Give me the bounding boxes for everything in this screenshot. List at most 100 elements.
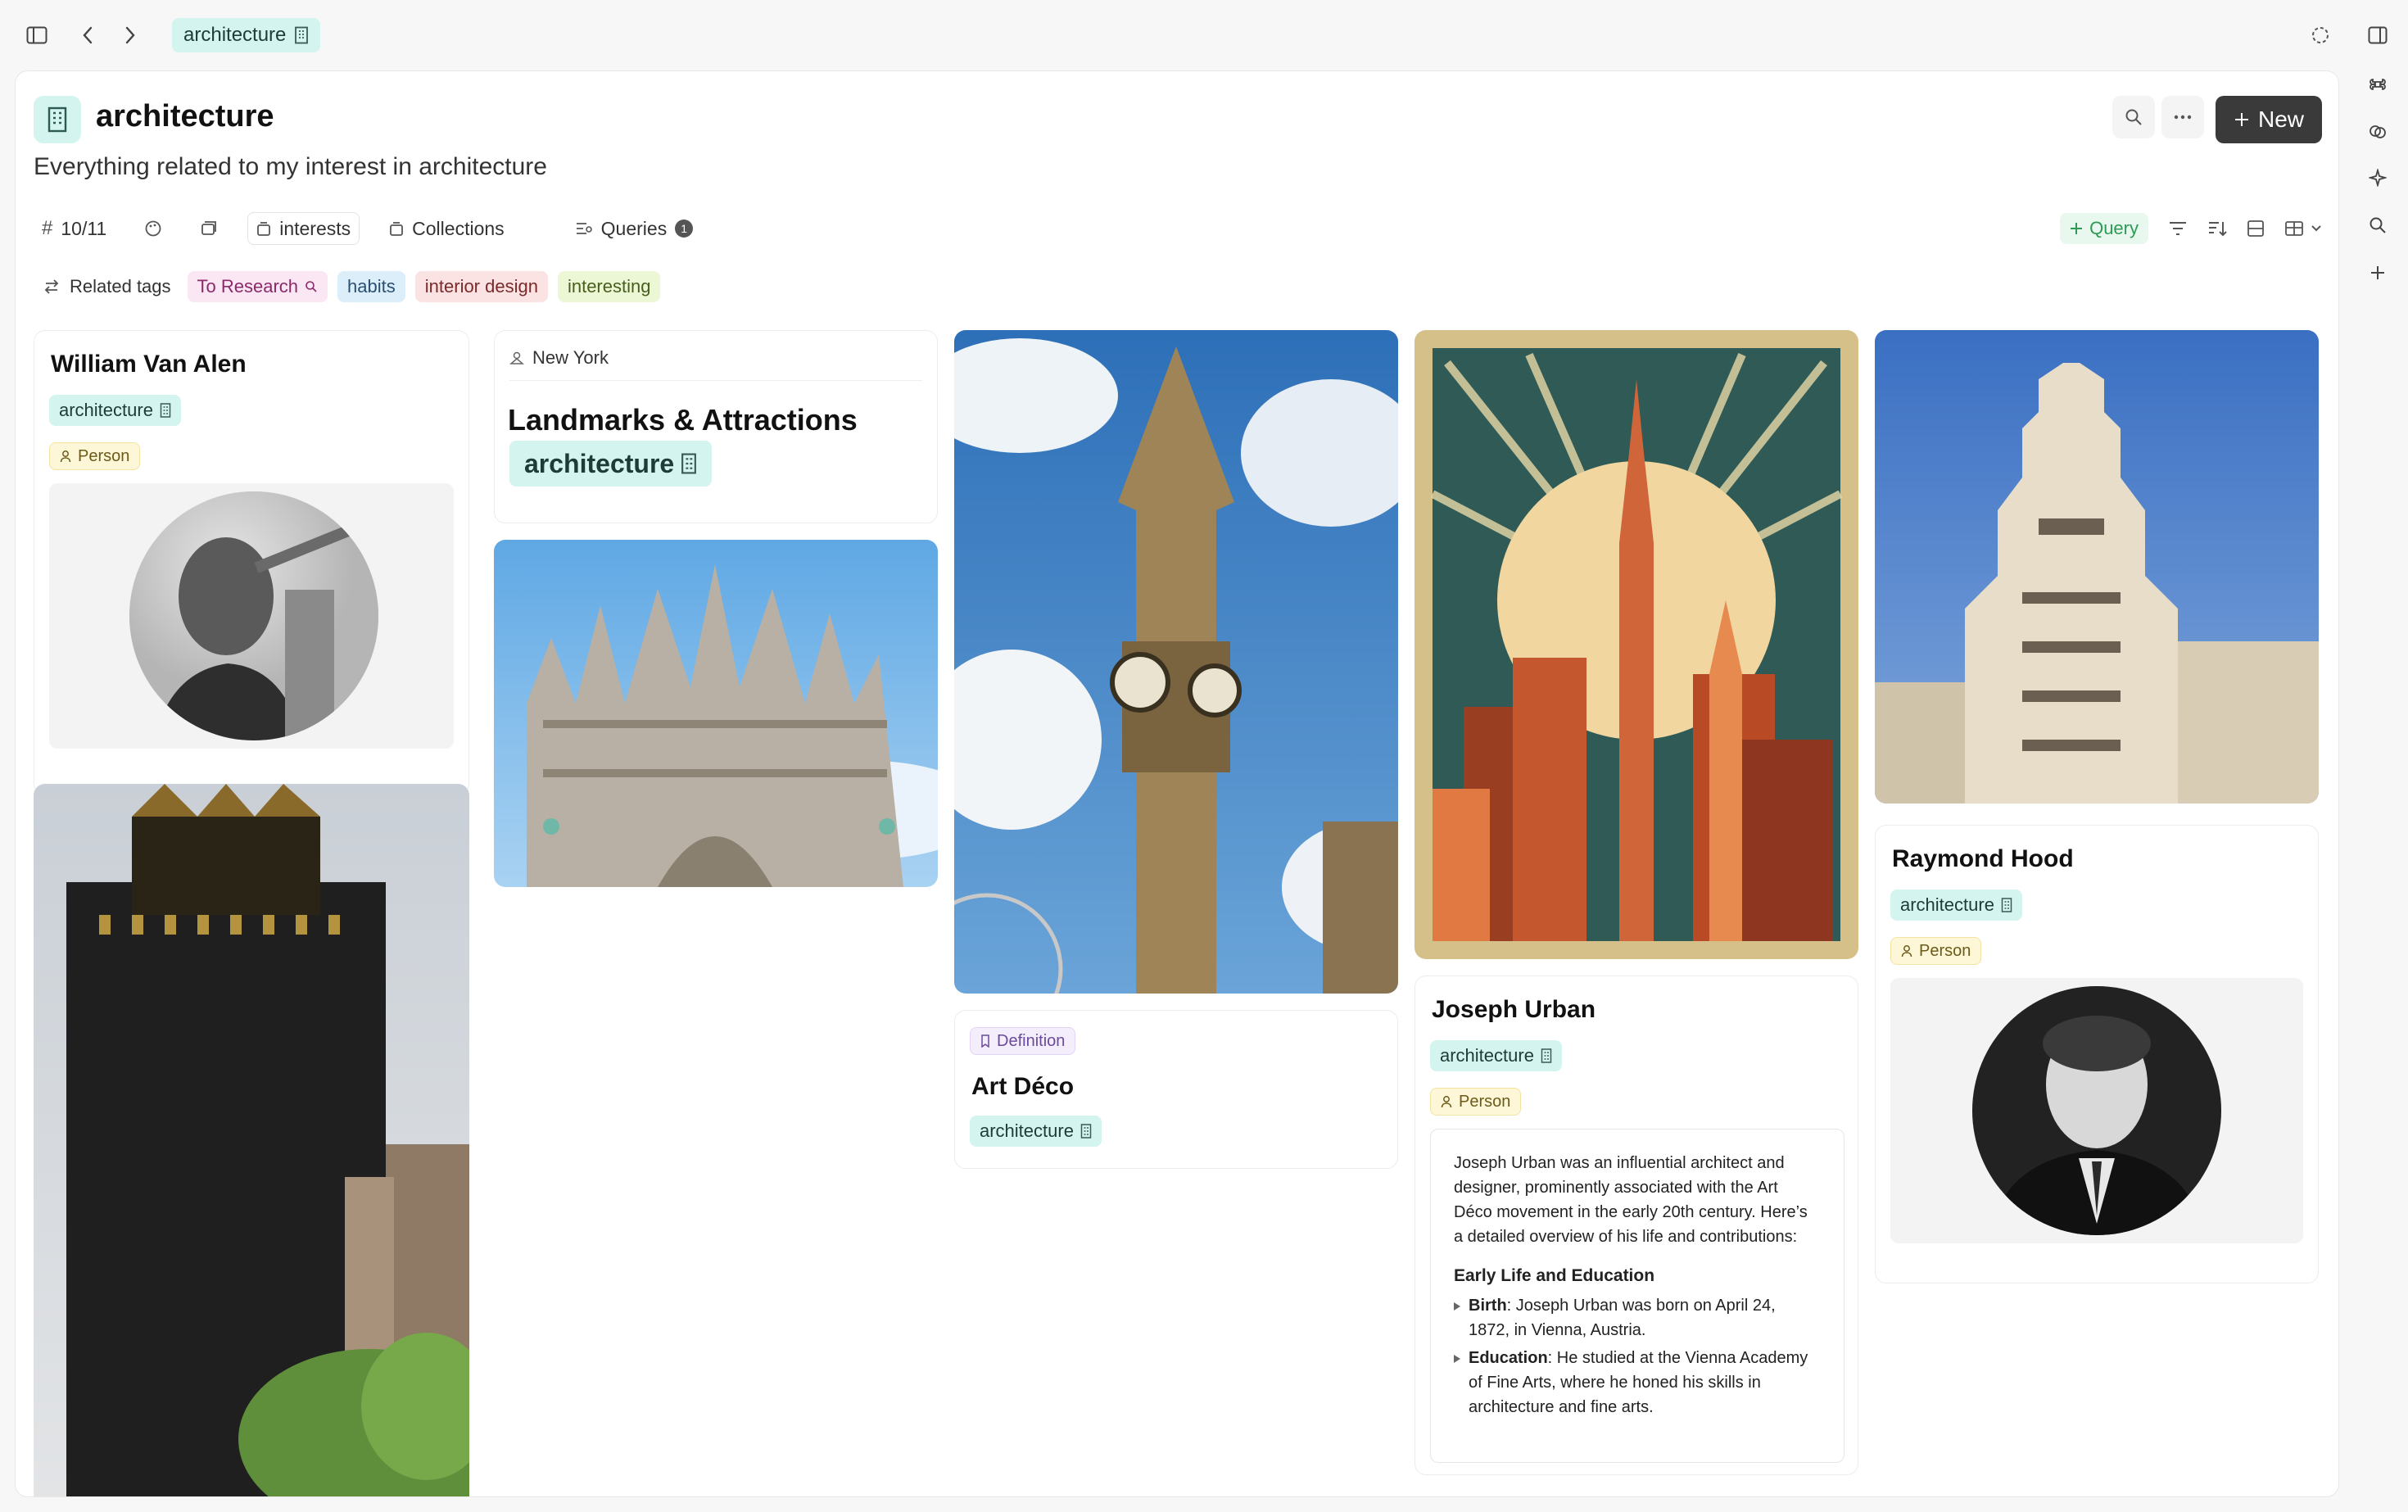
count-item[interactable]: # 10/11	[34, 212, 115, 245]
search-icon	[306, 281, 317, 292]
person-icon	[60, 450, 71, 463]
window-button[interactable]	[192, 212, 226, 245]
add-query-button[interactable]: Query	[2060, 213, 2148, 244]
divider	[509, 380, 922, 381]
queries-count-badge: 1	[675, 220, 694, 238]
card-art-deco[interactable]: Definition Art Déco architecture	[954, 1010, 1398, 1169]
portrait-photo	[1972, 986, 2221, 1235]
building-icon	[34, 96, 81, 143]
related-tags-label: Related tags	[70, 276, 171, 297]
collapse-triangle-icon[interactable]	[1454, 1302, 1460, 1311]
tag-interior-design[interactable]: interior design	[414, 271, 548, 302]
query-list-icon	[576, 223, 592, 234]
tag-architecture[interactable]: architecture	[970, 1116, 1102, 1147]
bookmark-icon	[981, 1034, 989, 1048]
add-icon[interactable]	[2364, 259, 2392, 287]
tag-architecture[interactable]: architecture	[1890, 890, 2022, 921]
queries-chip[interactable]: Queries 1	[567, 212, 702, 245]
sort-icon[interactable]	[2207, 220, 2227, 238]
tag-habits[interactable]: habits	[337, 271, 405, 302]
building-icon	[294, 26, 309, 44]
view-controls: Query	[2060, 211, 2322, 247]
sync-icon[interactable]	[2306, 21, 2334, 49]
portrait-frame	[49, 483, 454, 749]
location-row: New York	[509, 347, 609, 369]
gallery-view-icon[interactable]	[2284, 220, 2322, 237]
right-rail	[2347, 0, 2408, 1512]
card-title: Art Déco	[971, 1073, 1075, 1100]
layout-icon[interactable]	[2247, 220, 2265, 238]
palette-icon	[145, 220, 161, 237]
art-deco-poster-image[interactable]	[1414, 330, 1858, 959]
related-tags: Related tags To Research habits interior…	[43, 271, 661, 302]
hash-icon: #	[42, 217, 53, 239]
note-bullet-birth[interactable]: Birth: Joseph Urban was born on April 24…	[1454, 1293, 1821, 1342]
card-william-van-alen[interactable]: William Van Alen architecture Person	[34, 330, 469, 795]
chevron-down-icon	[2311, 225, 2321, 232]
note-section-heading: Early Life and Education	[1454, 1266, 1655, 1285]
right-panel-icon[interactable]	[2364, 21, 2392, 49]
pin-icon	[509, 351, 524, 364]
search-button[interactable]	[2112, 96, 2155, 138]
portrait-photo	[129, 491, 378, 740]
swap-icon	[43, 279, 60, 294]
building-icon	[1080, 1124, 1092, 1139]
note-preview: Joseph Urban was an influential architec…	[1430, 1129, 1844, 1463]
sparkle-icon[interactable]	[2364, 164, 2392, 192]
tab-label: architecture	[183, 24, 287, 46]
plus-icon	[2071, 223, 2083, 234]
forward-icon[interactable]	[116, 21, 144, 49]
note-intro: Joseph Urban was an influential architec…	[1454, 1154, 1808, 1246]
interests-chip[interactable]: interests	[247, 212, 360, 245]
note-bullet-education[interactable]: Education: He studied at the Vienna Acad…	[1454, 1346, 1821, 1419]
building-icon	[2001, 898, 2012, 912]
collapse-triangle-icon[interactable]	[1454, 1355, 1460, 1363]
person-icon	[1901, 945, 1912, 957]
tag-interesting[interactable]: interesting	[557, 271, 661, 302]
stack-icon	[390, 222, 404, 236]
plus-icon	[2234, 113, 2248, 126]
type-person-badge[interactable]: Person	[1430, 1088, 1522, 1116]
type-definition-badge[interactable]: Definition	[970, 1027, 1076, 1055]
type-person-badge[interactable]: Person	[49, 442, 141, 470]
search-icon	[2125, 109, 2142, 125]
window-icon	[201, 221, 217, 235]
page-title: architecture	[96, 99, 274, 134]
stack-icon	[257, 222, 271, 236]
more-button[interactable]	[2161, 96, 2204, 138]
new-button[interactable]: New	[2215, 96, 2322, 143]
card-title: Joseph Urban	[1432, 996, 1596, 1023]
filter-icon[interactable]	[2168, 220, 2188, 237]
building-icon	[681, 453, 697, 474]
tag-architecture[interactable]: architecture	[1430, 1040, 1562, 1071]
palette-button[interactable]	[136, 212, 170, 245]
view-toolbar: # 10/11 interests Collections Queries 1	[34, 211, 701, 247]
person-icon	[1441, 1096, 1452, 1108]
card-title: Raymond Hood	[1892, 845, 2074, 872]
back-icon[interactable]	[74, 21, 102, 49]
more-icon	[2174, 115, 2192, 120]
main-panel: architecture Everything related to my in…	[15, 70, 2339, 1497]
american-radiator-building-photo[interactable]	[34, 784, 469, 1496]
card-raymond-hood[interactable]: Raymond Hood architecture Person	[1875, 825, 2319, 1283]
tag-to-research[interactable]: To Research	[187, 271, 328, 302]
gothic-tower-photo[interactable]	[494, 540, 938, 887]
command-icon[interactable]	[2364, 70, 2392, 98]
tag-architecture[interactable]: architecture	[509, 441, 713, 487]
card-title: William Van Alen	[51, 351, 247, 378]
type-person-badge[interactable]: Person	[1890, 937, 1982, 965]
portrait-frame	[1890, 978, 2303, 1243]
card-title: Landmarks & Attractions	[508, 403, 858, 437]
link-icon[interactable]	[2364, 118, 2392, 146]
art-deco-building-photo[interactable]	[1875, 330, 2319, 804]
building-icon	[160, 403, 171, 418]
tag-architecture[interactable]: architecture	[49, 395, 181, 426]
big-ben-photo[interactable]	[954, 330, 1398, 994]
search-icon[interactable]	[2364, 211, 2392, 239]
collections-chip[interactable]: Collections	[381, 212, 513, 245]
sidebar-toggle-icon[interactable]	[23, 21, 51, 49]
card-joseph-urban[interactable]: Joseph Urban architecture Person Joseph …	[1414, 976, 1858, 1475]
card-landmarks-attractions[interactable]: New York Landmarks & Attractions archite…	[494, 330, 938, 523]
building-icon	[1541, 1048, 1552, 1063]
tab-architecture[interactable]: architecture	[172, 18, 321, 52]
